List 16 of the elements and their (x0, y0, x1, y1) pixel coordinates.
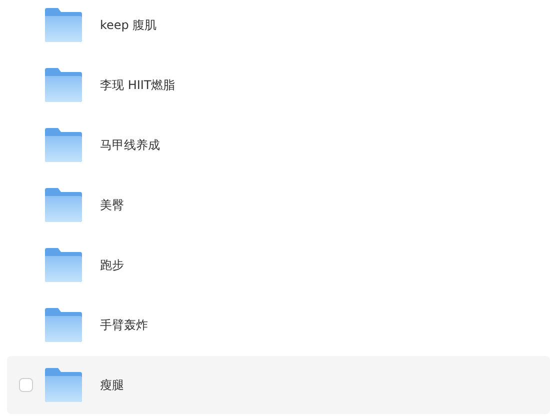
folder-icon (45, 68, 82, 102)
folder-name: 马甲线养成 (100, 137, 160, 154)
folder-name: 手臂轰炸 (100, 317, 148, 334)
folder-name: keep 腹肌 (100, 17, 157, 34)
folder-icon (45, 368, 82, 402)
folder-icon (45, 8, 82, 42)
folder-name: 瘦腿 (100, 377, 124, 394)
folder-name: 李现 HIIT燃脂 (100, 77, 176, 94)
folder-row[interactable]: 瘦腿 (7, 356, 550, 414)
folder-icon (45, 188, 82, 222)
folder-icon (45, 248, 82, 282)
folder-icon (45, 128, 82, 162)
folder-name: 跑步 (100, 257, 124, 274)
checkbox[interactable] (19, 378, 33, 392)
folder-name: 美臀 (100, 197, 124, 214)
folder-icon (45, 308, 82, 342)
